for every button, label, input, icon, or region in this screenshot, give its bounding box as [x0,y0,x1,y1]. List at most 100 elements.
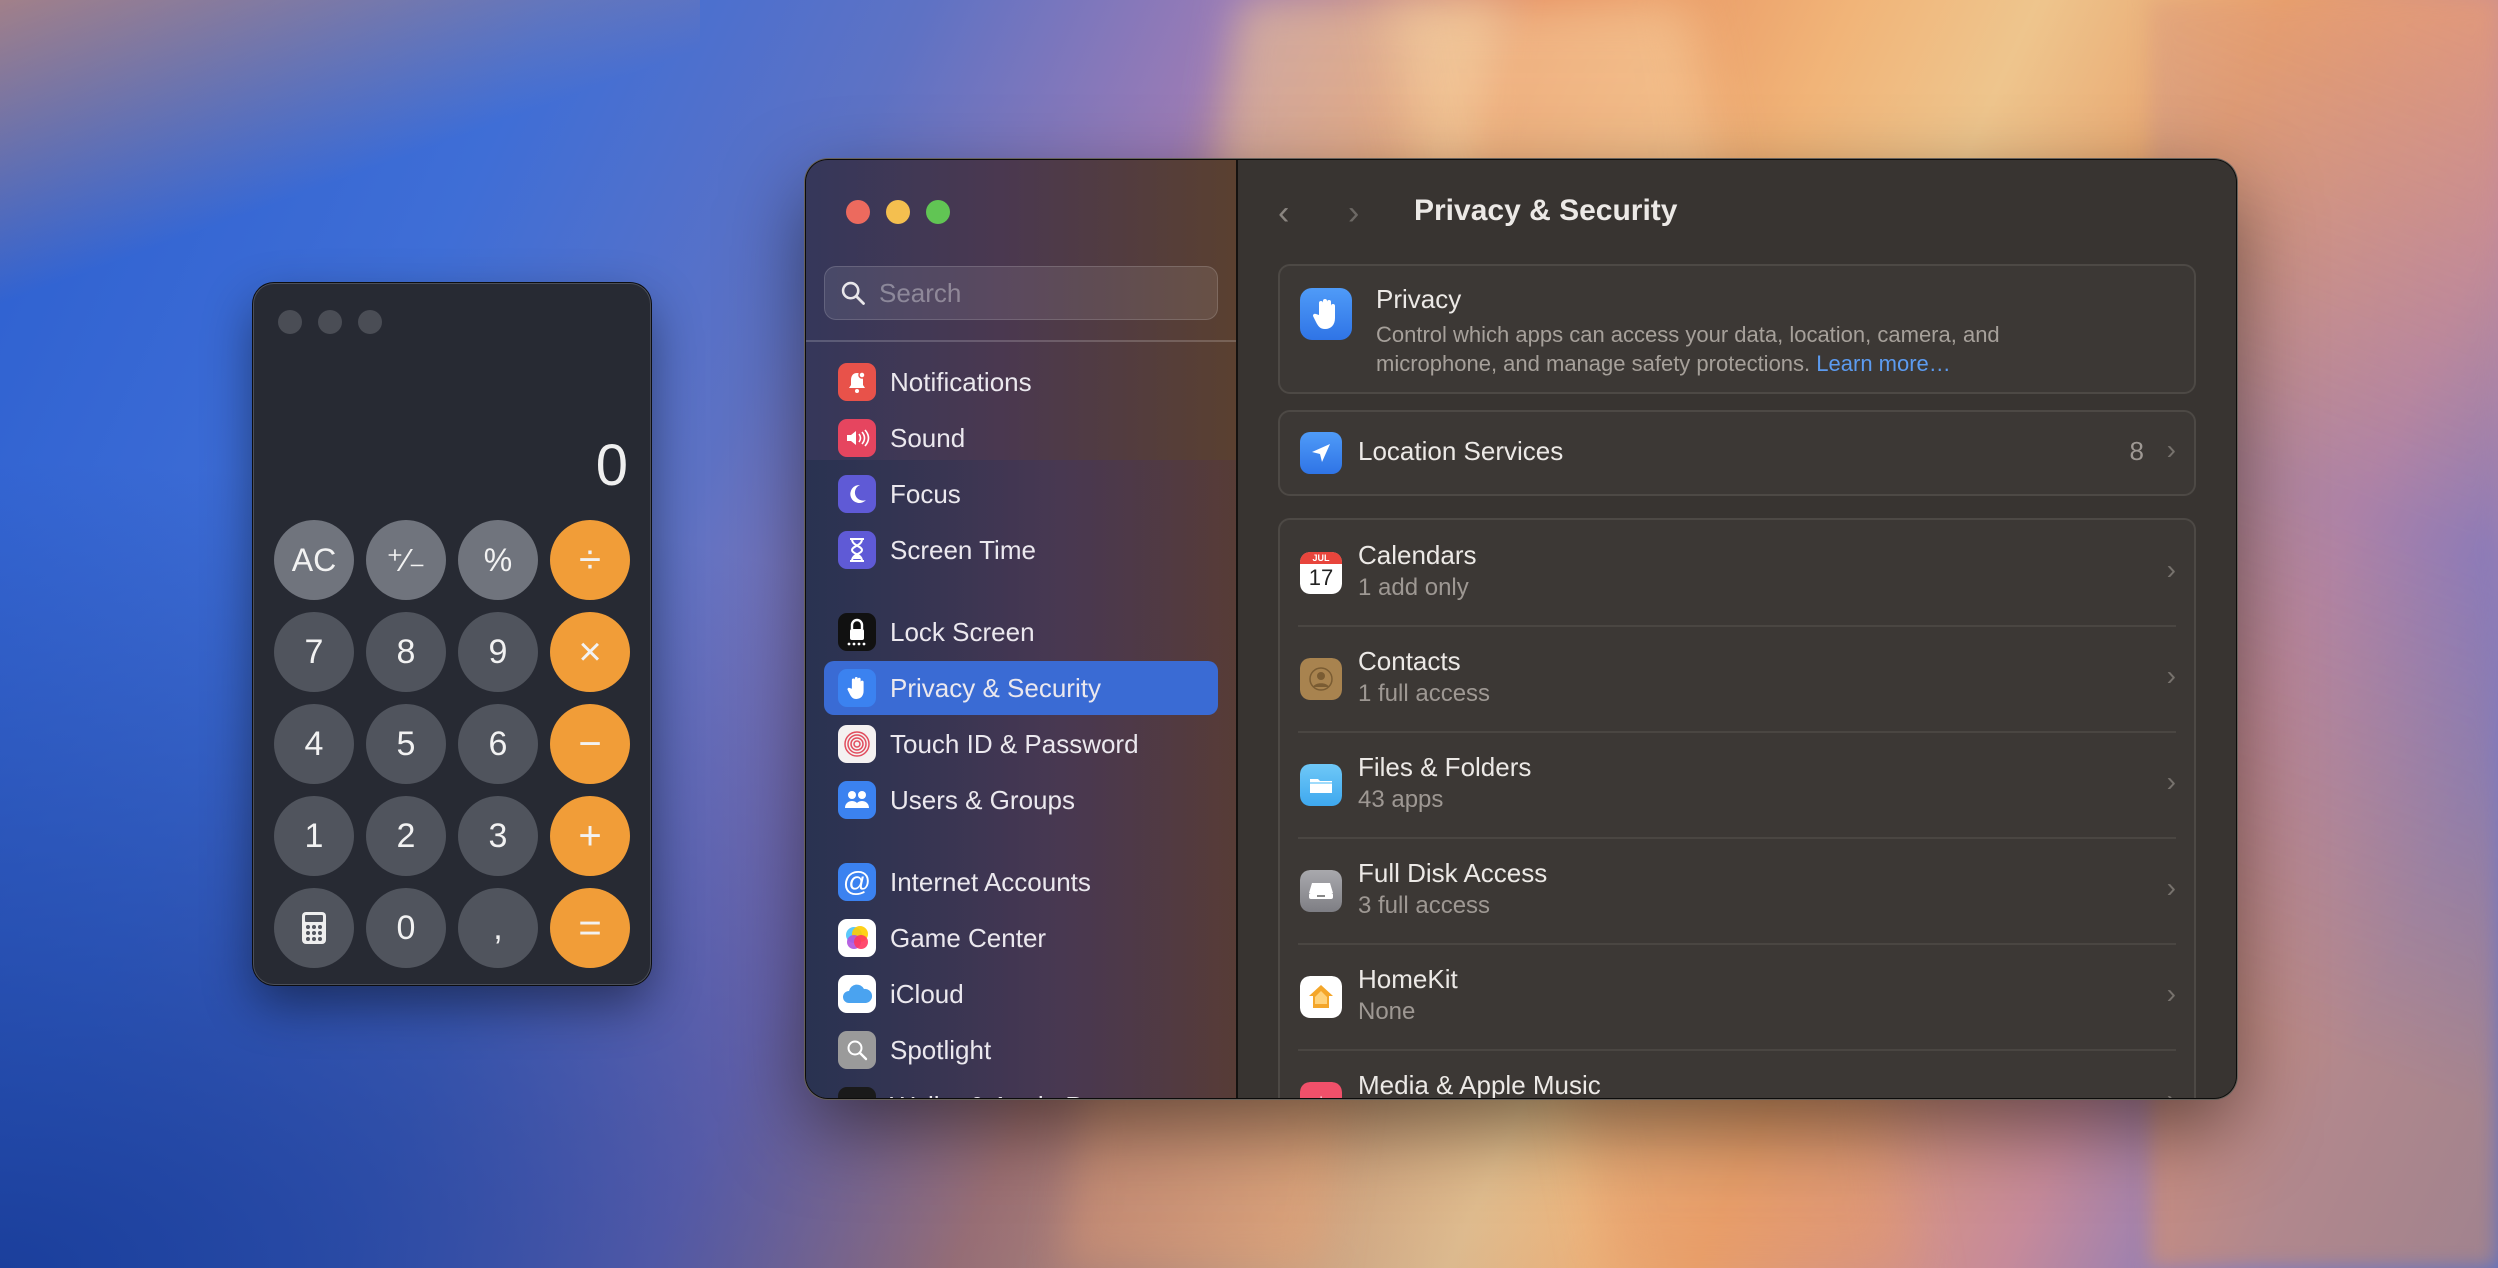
digit-8-key[interactable]: 8 [366,612,446,692]
zoom-button[interactable] [926,200,950,224]
permission-row-homekit[interactable]: HomeKit None › [1280,944,2194,1050]
minimize-button[interactable] [886,200,910,224]
decimal-key[interactable]: , [458,888,538,968]
calculator-display: 0 [595,433,628,498]
digit-4-key[interactable]: 4 [274,704,354,784]
chevron-right-icon: › [2166,766,2176,797]
calendar-month: JUL [1300,552,1342,564]
permission-row-files-folders[interactable]: Files & Folders 43 apps › [1280,732,2194,838]
permission-row-calendars[interactable]: JUL 17 Calendars 1 add only › [1280,520,2194,626]
location-arrow-icon [1300,432,1342,474]
percent-key[interactable]: % [458,520,538,600]
permission-subtitle: 3 full access [1358,892,1491,919]
close-button[interactable] [278,310,302,334]
home-icon [1300,976,1342,1018]
calculator-icon [302,912,326,944]
plus-minus-key[interactable]: ⁺∕₋ [366,520,446,600]
sidebar-item-wallet-apple-pay[interactable]: Wallet & Apple Pay [824,1079,1218,1098]
digit-5-key[interactable]: 5 [366,704,446,784]
chevron-right-icon: › [2166,554,2176,585]
lock-icon [838,613,876,651]
permission-title: Contacts [1358,646,1461,676]
digit-3-key[interactable]: 3 [458,796,538,876]
search-field[interactable] [824,266,1218,320]
minimize-button[interactable] [318,310,342,334]
calculator-keypad: AC ⁺∕₋% ÷ 7 8 9 × 4 5 6− 1 2 3 +0, = [274,520,630,968]
privacy-info-card: Privacy Control which apps can access yo… [1278,264,2196,394]
sidebar-item-label: Touch ID & Password [890,728,1139,759]
digit-9-key[interactable]: 9 [458,612,538,692]
game-center-icon [838,919,876,957]
calendar-day: 17 [1308,565,1334,590]
digit-2-key[interactable]: 2 [366,796,446,876]
sidebar-item-sound[interactable]: Sound [824,411,1218,465]
equals-key[interactable]: = [550,888,630,968]
chevron-right-icon: › [2166,872,2176,903]
sidebar-item-label: Game Center [890,922,1047,953]
permission-row-contacts[interactable]: Contacts 1 full access › [1280,626,2194,732]
sidebar-item-label: Notifications [890,366,1032,397]
chevron-right-icon: › [2166,660,2176,691]
digit-7-key[interactable]: 7 [274,612,354,692]
back-button[interactable]: ‹ [1278,194,1289,233]
all-clear-key[interactable]: AC [274,520,354,600]
sidebar: Notifications Sound Focus Screen Time Lock S… [806,160,1236,1098]
sidebar-item-spotlight[interactable]: Spotlight [824,1023,1218,1077]
hourglass-icon [838,531,876,569]
calculator-mode-key[interactable] [274,888,354,968]
location-services-count: 8 [2129,436,2144,466]
folder-icon [1300,764,1342,806]
settings-window: Notifications Sound Focus Screen Time Lock S… [806,160,2236,1098]
sidebar-item-internet-accounts[interactable]: @ Internet Accounts [824,855,1218,909]
permissions-list: JUL 17 Calendars 1 add only › Contacts 1 full … [1278,518,2196,1098]
location-services-row[interactable]: Location Services 8 › [1278,410,2196,496]
search-icon [841,281,865,305]
add-key[interactable]: + [550,796,630,876]
permission-row-media-apple-music[interactable]: ♪ Media & Apple Music › [1280,1050,2194,1098]
sidebar-item-game-center[interactable]: Game Center [824,911,1218,965]
hand-icon [1300,288,1352,340]
sidebar-item-label: Sound [890,422,966,453]
chevron-right-icon: › [2166,978,2176,1009]
digit-0-key[interactable]: 0 [366,888,446,968]
learn-more-link[interactable]: Learn more… [1816,351,1951,376]
permission-title: HomeKit [1358,964,1458,994]
permission-subtitle: None [1358,998,1416,1025]
permission-title: Media & Apple Music [1358,1070,1601,1098]
page-title: Privacy & Security [1414,194,1678,227]
sidebar-item-notifications[interactable]: Notifications [824,355,1218,409]
sidebar-item-users-groups[interactable]: Users & Groups [824,773,1218,827]
chevron-right-icon: › [2166,434,2176,465]
sidebar-item-label: Screen Time [890,534,1036,565]
close-button[interactable] [846,200,870,224]
fingerprint-icon [838,725,876,763]
forward-button[interactable]: › [1348,194,1359,233]
speaker-icon [838,419,876,457]
sidebar-item-lock-screen[interactable]: Lock Screen [824,605,1218,659]
sidebar-item-icloud[interactable]: iCloud [824,967,1218,1021]
users-icon [838,781,876,819]
sidebar-item-screen-time[interactable]: Screen Time [824,523,1218,577]
sidebar-item-label: Spotlight [890,1034,992,1065]
multiply-key[interactable]: × [550,612,630,692]
permission-row-full-disk-access[interactable]: Full Disk Access 3 full access › [1280,838,2194,944]
zoom-button[interactable] [358,310,382,334]
at-icon: @ [838,863,876,901]
sidebar-divider [806,340,1236,342]
sidebar-item-label: Internet Accounts [890,866,1091,897]
digit-6-key[interactable]: 6 [458,704,538,784]
music-icon: ♪ [1300,1082,1342,1098]
digit-1-key[interactable]: 1 [274,796,354,876]
sidebar-item-label: Wallet & Apple Pay [890,1091,1110,1099]
moon-icon [838,475,876,513]
sidebar-item-label: Users & Groups [890,784,1075,815]
sidebar-item-focus[interactable]: Focus [824,467,1218,521]
subtract-key[interactable]: − [550,704,630,784]
search-input[interactable] [877,276,1201,310]
calendar-icon: JUL 17 [1300,552,1342,594]
permission-subtitle: 43 apps [1358,786,1444,813]
sidebar-item-touch-id-password[interactable]: Touch ID & Password [824,717,1218,771]
sidebar-item-privacy-security[interactable]: Privacy & Security [824,661,1218,715]
content-pane: ‹ › Privacy & Security Privacy Control w… [1238,160,2236,1098]
divide-key[interactable]: ÷ [550,520,630,600]
